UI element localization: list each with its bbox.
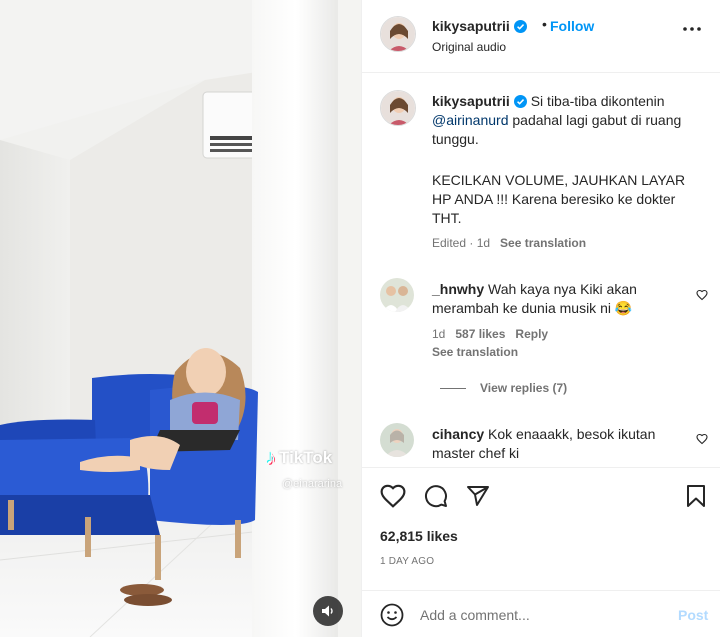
comment-see-translation-button[interactable]: See translation bbox=[432, 345, 518, 359]
caption-see-translation-button[interactable]: See translation bbox=[500, 236, 586, 250]
header-separator: • bbox=[542, 16, 547, 32]
verified-badge-icon bbox=[513, 20, 527, 33]
post-header: kikysaputrii • Follow Original audio bbox=[362, 0, 720, 73]
tiktok-watermark: ♪ TikTok bbox=[266, 448, 332, 468]
caption-body-3: KECILKAN VOLUME, JAUHKAN LAYAR HP ANDA !… bbox=[432, 172, 686, 226]
view-replies-line bbox=[440, 387, 466, 389]
more-options-icon[interactable] bbox=[682, 26, 702, 32]
caption-edited: Edited · 1d bbox=[432, 236, 491, 250]
caption-body-1: Si tiba-tiba dikontenin bbox=[526, 93, 665, 109]
comment-bubble-icon[interactable] bbox=[424, 484, 448, 508]
comment-meta: 1d 587 likes Reply bbox=[432, 327, 548, 341]
comment-username[interactable]: cihancy bbox=[432, 426, 484, 442]
post-time[interactable]: 1 DAY AGO bbox=[380, 556, 434, 567]
comment-likes-count[interactable]: 587 likes bbox=[455, 327, 505, 341]
verified-badge-icon bbox=[513, 95, 527, 108]
like-heart-icon[interactable] bbox=[380, 484, 406, 508]
tiktok-watermark-brand: TikTok bbox=[279, 448, 333, 467]
caption-mention-link[interactable]: @airinanurd bbox=[432, 112, 508, 128]
post-side-panel: kikysaputrii • Follow Original audio kik… bbox=[361, 0, 720, 637]
tiktok-watermark-user: @einararina bbox=[282, 478, 343, 490]
share-send-icon[interactable] bbox=[466, 484, 490, 508]
likes-count[interactable]: 62,815 likes bbox=[380, 528, 458, 544]
speaker-icon bbox=[322, 605, 333, 617]
comment-translate: See translation bbox=[432, 345, 518, 359]
emoji-icon[interactable] bbox=[380, 603, 404, 627]
comment-reply-button[interactable]: Reply bbox=[515, 327, 548, 341]
caption-meta: Edited · 1d See translation bbox=[432, 236, 586, 250]
add-comment-input[interactable] bbox=[420, 603, 670, 627]
comment-age: 1d bbox=[432, 327, 446, 341]
comment-username[interactable]: _hnwhy bbox=[432, 281, 484, 297]
comment-like-icon[interactable] bbox=[696, 433, 708, 445]
post-video[interactable]: ♪ TikTok @einararina bbox=[0, 0, 361, 637]
comment-text: _hnwhy Wah kaya nya Kiki akan merambah k… bbox=[432, 280, 682, 318]
comment-like-icon[interactable] bbox=[696, 289, 708, 301]
post-actions: 62,815 likes 1 DAY AGO bbox=[362, 467, 720, 587]
comment-text: cihancy Kok enaaakk, besok ikutan master… bbox=[432, 425, 682, 463]
comment-avatar-hnwhy[interactable] bbox=[380, 278, 414, 312]
video-frame bbox=[0, 0, 361, 637]
instagram-post: ♪ TikTok @einararina kikysaputrii • Foll… bbox=[0, 0, 720, 637]
audio-subtitle[interactable]: Original audio bbox=[432, 40, 506, 54]
comment-avatar-cihancy[interactable] bbox=[380, 423, 414, 457]
view-replies-button[interactable]: View replies (7) bbox=[440, 381, 567, 395]
header-username[interactable]: kikysaputrii bbox=[432, 18, 527, 34]
add-comment-bar: Post bbox=[362, 590, 720, 637]
save-bookmark-icon[interactable] bbox=[686, 484, 706, 508]
caption-avatar[interactable] bbox=[380, 90, 416, 126]
caption-username[interactable]: kikysaputrii bbox=[432, 93, 510, 109]
view-replies-label[interactable]: View replies (7) bbox=[480, 381, 567, 395]
audio-toggle-button[interactable] bbox=[313, 596, 343, 626]
tiktok-note-icon: ♪ bbox=[266, 447, 276, 469]
follow-button[interactable]: Follow bbox=[550, 18, 594, 34]
header-username-text[interactable]: kikysaputrii bbox=[432, 18, 510, 34]
comments-list[interactable]: kikysaputrii Si tiba-tiba dikontenin @ai… bbox=[362, 74, 720, 466]
post-comment-button[interactable]: Post bbox=[678, 607, 708, 623]
caption-text: kikysaputrii Si tiba-tiba dikontenin @ai… bbox=[432, 92, 702, 149]
avatar[interactable] bbox=[380, 16, 416, 52]
